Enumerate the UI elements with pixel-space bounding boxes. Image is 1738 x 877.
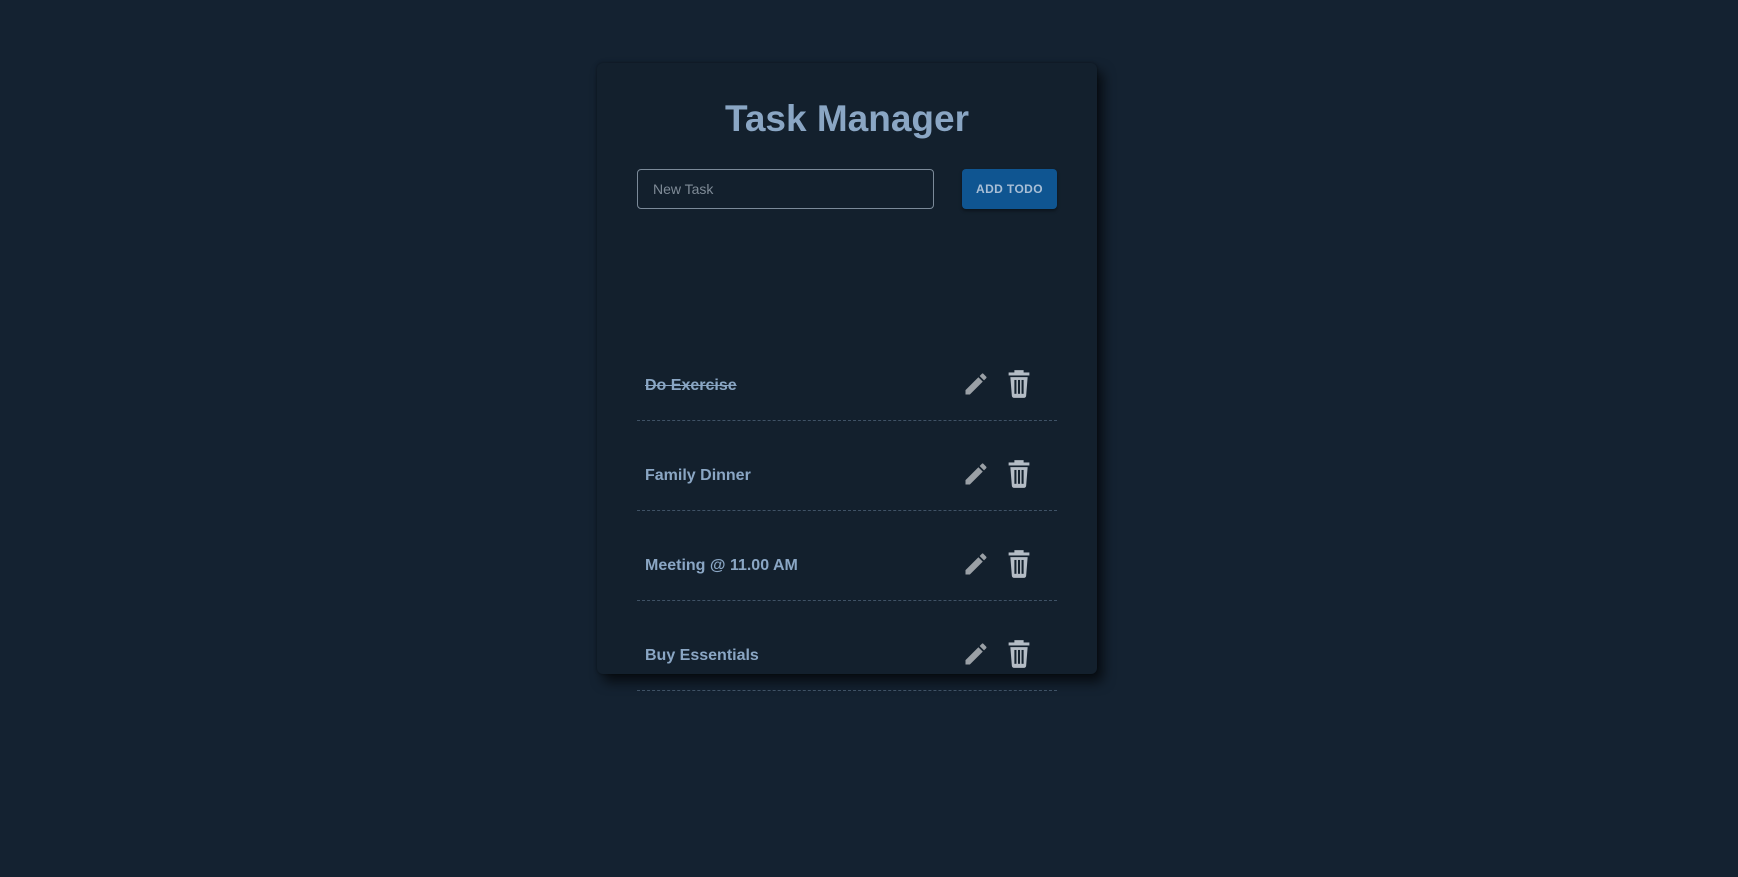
add-todo-button[interactable]: ADD TODO — [962, 169, 1057, 209]
trash-icon — [1008, 460, 1030, 488]
delete-button[interactable] — [1005, 639, 1033, 669]
delete-button[interactable] — [1005, 549, 1033, 579]
pencil-icon — [965, 643, 987, 665]
todo-item: Do Exercise — [637, 331, 1057, 421]
edit-button[interactable] — [962, 639, 990, 669]
todo-text[interactable]: Family Dinner — [645, 466, 751, 486]
edit-button[interactable] — [962, 549, 990, 579]
trash-icon — [1008, 370, 1030, 398]
todo-item: Buy Essentials — [637, 601, 1057, 691]
todo-item: Family Dinner — [637, 421, 1057, 511]
todo-text[interactable]: Buy Essentials — [645, 646, 759, 666]
todo-text[interactable]: Meeting @ 11.00 AM — [645, 556, 798, 576]
page-title: Task Manager — [724, 98, 970, 139]
trash-icon — [1008, 640, 1030, 668]
delete-button[interactable] — [1005, 369, 1033, 399]
todo-text[interactable]: Do Exercise — [645, 376, 737, 396]
todo-item: Meeting @ 11.00 AM — [637, 511, 1057, 601]
todo-card: Task Manager ADD TODO Do Exercise — [597, 63, 1097, 691]
todo-list: Do Exercise Family Dinner Meeting @ 11.0… — [637, 331, 1057, 691]
pencil-icon — [965, 463, 987, 485]
delete-button[interactable] — [1005, 459, 1033, 489]
trash-icon — [1008, 550, 1030, 578]
edit-button[interactable] — [962, 369, 990, 399]
pencil-icon — [965, 553, 987, 575]
pencil-icon — [965, 373, 987, 395]
edit-button[interactable] — [962, 459, 990, 489]
new-task-input[interactable] — [637, 169, 934, 209]
